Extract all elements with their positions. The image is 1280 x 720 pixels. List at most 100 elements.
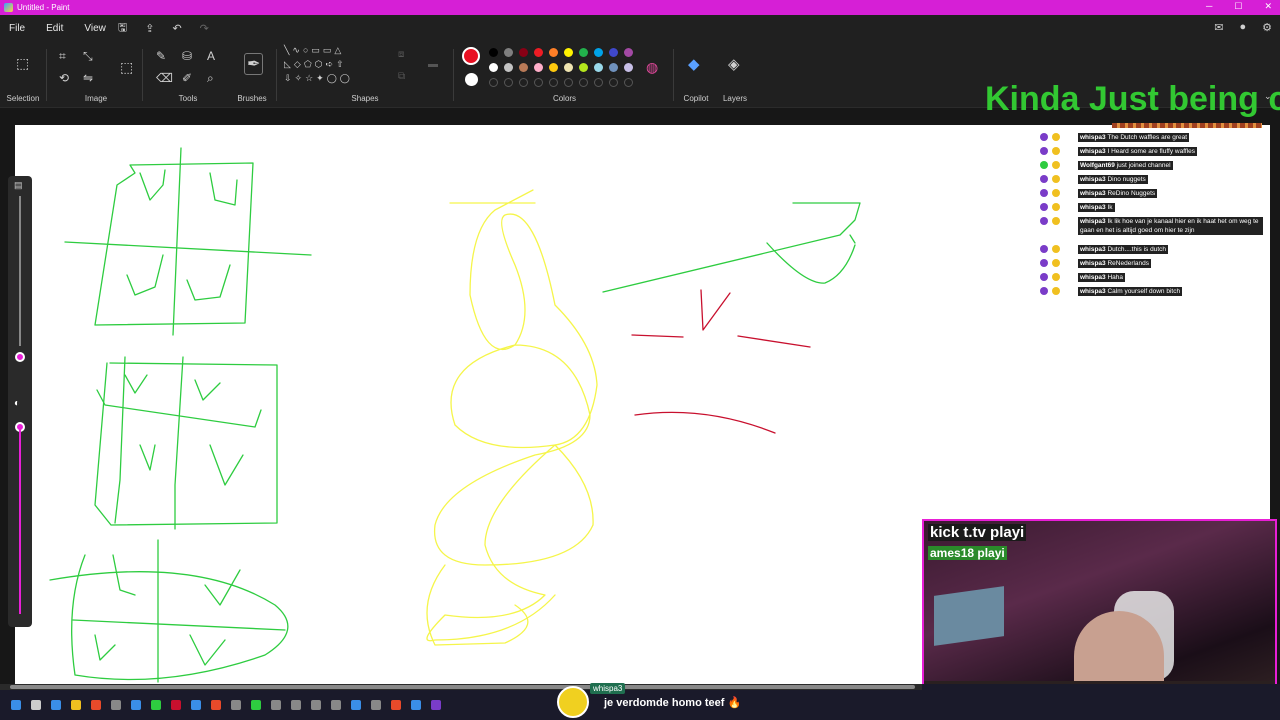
flip-icon[interactable]: ⇋ <box>83 71 93 85</box>
taskbar-app-icon[interactable] <box>151 700 161 710</box>
green-stroke <box>189 634 226 666</box>
custom-color-slot[interactable] <box>534 78 543 87</box>
primary-color-swatch[interactable] <box>462 47 480 65</box>
pencil-icon[interactable]: ✎ <box>156 49 166 63</box>
color-picker-icon[interactable]: ✐ <box>182 71 192 85</box>
crop-icon[interactable]: ⌗ <box>59 49 66 64</box>
layers-icon[interactable]: ◈ <box>728 55 740 73</box>
custom-color-slot[interactable] <box>489 78 498 87</box>
taskbar-app-icon[interactable] <box>391 700 401 710</box>
palette-swatch[interactable] <box>519 48 528 57</box>
custom-color-slot[interactable] <box>609 78 618 87</box>
taskbar-app-icon[interactable] <box>91 700 101 710</box>
image-select-icon[interactable]: ⬚ <box>120 59 133 76</box>
upper-slider-knob[interactable] <box>15 352 25 362</box>
eraser-icon[interactable]: ⌫ <box>156 71 173 85</box>
shape-size-icon[interactable]: ▬ <box>428 59 438 70</box>
custom-color-slot[interactable] <box>579 78 588 87</box>
edit-colors-icon[interactable]: ◍ <box>646 59 658 76</box>
save-icon[interactable]: 🖫 <box>118 19 127 38</box>
taskbar-app-icon[interactable] <box>111 700 121 710</box>
palette-swatch[interactable] <box>504 48 513 57</box>
taskbar-app-icon[interactable] <box>251 700 261 710</box>
palette-swatch[interactable] <box>624 48 633 57</box>
taskbar-app-icon[interactable] <box>311 700 321 710</box>
secondary-color-swatch[interactable] <box>465 73 478 86</box>
outline-icon[interactable]: ⧈ <box>398 49 404 60</box>
taskbar-app-icon[interactable] <box>431 700 441 710</box>
palette-swatch[interactable] <box>609 48 618 57</box>
palette-swatch[interactable] <box>564 48 573 57</box>
palette-swatch[interactable] <box>579 48 588 57</box>
taskbar-app-icon[interactable] <box>351 700 361 710</box>
scrollbar-thumb[interactable] <box>10 685 915 689</box>
copilot-icon[interactable]: ◆ <box>688 55 700 73</box>
custom-color-slot[interactable] <box>594 78 603 87</box>
horizontal-scrollbar[interactable] <box>0 684 922 690</box>
badge-icon <box>1052 287 1060 295</box>
palette-swatch[interactable] <box>594 63 603 72</box>
palette-swatch[interactable] <box>534 63 543 72</box>
share-icon[interactable]: ⇪ <box>145 22 154 35</box>
palette-swatch[interactable] <box>519 63 528 72</box>
menu-file[interactable]: File <box>9 23 25 34</box>
taskbar-app-icon[interactable] <box>191 700 201 710</box>
palette-swatch[interactable] <box>504 63 513 72</box>
feedback-icon[interactable]: ✉ <box>1214 21 1223 34</box>
taskbar-app-icon[interactable] <box>31 700 41 710</box>
palette-swatch[interactable] <box>489 48 498 57</box>
undo-icon[interactable]: ↶ <box>172 22 181 35</box>
menu-view[interactable]: View <box>84 23 106 34</box>
palette-swatch[interactable] <box>549 48 558 57</box>
taskbar-app-icon[interactable] <box>171 700 181 710</box>
palette-swatch[interactable] <box>564 63 573 72</box>
taskbar-app-icon[interactable] <box>211 700 221 710</box>
maximize-button[interactable]: ☐ <box>1234 1 1242 12</box>
fill-icon[interactable]: ⛁ <box>182 49 192 63</box>
chat-message-text: whispa3 Ik lik hoe van je kanaal hier en… <box>1078 217 1263 235</box>
taskbar-app-icon[interactable] <box>331 700 341 710</box>
selection-icon[interactable]: ⬚ <box>16 55 29 72</box>
palette-swatch[interactable] <box>534 48 543 57</box>
taskbar-app-icon[interactable] <box>131 700 141 710</box>
custom-color-slot[interactable] <box>564 78 573 87</box>
palette-swatch[interactable] <box>624 63 633 72</box>
menu-edit[interactable]: Edit <box>46 23 63 34</box>
minimize-button[interactable]: ─ <box>1206 1 1212 12</box>
rotate-icon[interactable]: ⟲ <box>59 71 69 85</box>
palette-swatch[interactable] <box>579 63 588 72</box>
chat-message-text: whispa3 ReDino Nuggets <box>1078 189 1158 198</box>
taskbar-app-icon[interactable] <box>291 700 301 710</box>
resize-icon[interactable]: ⤡ <box>83 49 93 64</box>
divider <box>453 49 454 101</box>
red-stroke <box>700 289 731 331</box>
shapes-row3-icon[interactable]: ⇩✧☆✦◯◯ <box>284 73 353 84</box>
redo-icon[interactable]: ↷ <box>200 22 209 35</box>
custom-color-slot[interactable] <box>504 78 513 87</box>
taskbar-app-icon[interactable] <box>271 700 281 710</box>
fill-shape-icon[interactable]: ⧉ <box>398 71 405 82</box>
taskbar-app-icon[interactable] <box>231 700 241 710</box>
taskbar-app-icon[interactable] <box>411 700 421 710</box>
taskbar-app-icon[interactable] <box>71 700 81 710</box>
custom-color-slot[interactable] <box>549 78 558 87</box>
custom-color-slot[interactable] <box>519 78 528 87</box>
shapes-label: Shapes <box>351 94 379 103</box>
magnifier-icon[interactable]: ⌕ <box>207 71 214 86</box>
brush-icon[interactable]: ✒ <box>244 53 264 75</box>
close-button[interactable]: ✕ <box>1264 1 1272 12</box>
account-icon[interactable]: ● <box>1239 21 1246 34</box>
palette-swatch[interactable] <box>594 48 603 57</box>
taskbar-app-icon[interactable] <box>51 700 61 710</box>
taskbar-app-icon[interactable] <box>371 700 381 710</box>
settings-icon[interactable]: ⚙ <box>1262 21 1272 34</box>
shapes-row2-icon[interactable]: ◺◇⬠⬡➪⇧ <box>284 59 347 70</box>
shapes-row1-icon[interactable]: ╲∿○▭▭△ <box>284 45 344 56</box>
text-icon[interactable]: A <box>207 49 215 63</box>
taskbar-app-icon[interactable] <box>11 700 21 710</box>
custom-color-slot[interactable] <box>624 78 633 87</box>
palette-swatch[interactable] <box>549 63 558 72</box>
palette-swatch[interactable] <box>609 63 618 72</box>
lower-track[interactable] <box>19 429 21 614</box>
palette-swatch[interactable] <box>489 63 498 72</box>
